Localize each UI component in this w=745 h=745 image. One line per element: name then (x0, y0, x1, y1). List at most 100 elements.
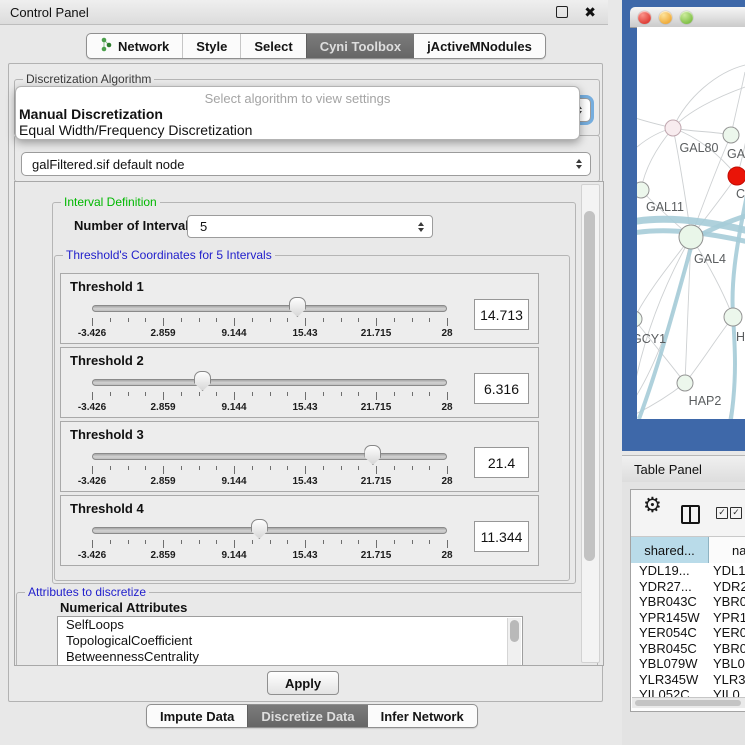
network-node[interactable] (723, 127, 739, 143)
cell-shared-name[interactable]: YBL079W (631, 656, 708, 672)
gear-icon[interactable]: ⚙ (643, 493, 662, 517)
network-node[interactable] (728, 167, 745, 185)
float-window-icon[interactable] (556, 6, 568, 18)
columns-icon[interactable] (681, 505, 700, 524)
table-row[interactable]: YBL079WYBL0 (631, 656, 745, 672)
network-view-frame[interactable]: GAL80GACGAL11GAL4GCY1HHAP2 (622, 0, 745, 451)
network-node[interactable] (724, 308, 742, 326)
list-item[interactable]: SelfLoops (58, 617, 522, 633)
slider-track[interactable] (92, 527, 447, 534)
tab-infer-network[interactable]: Infer Network (368, 705, 477, 727)
table-row[interactable]: YBR043CYBR0 (631, 594, 745, 610)
cell-name[interactable]: YBL0 (708, 656, 745, 672)
column-header-shared[interactable]: shared... (631, 537, 709, 563)
cell-name[interactable]: YER0 (708, 625, 745, 641)
threshold-slider[interactable]: -3.4262.8599.14415.4321.71528 (92, 371, 447, 415)
tab-network[interactable]: Network (87, 34, 182, 58)
cell-name[interactable]: YPR1 (708, 610, 745, 626)
table-row[interactable]: YDL19...YDL1 (631, 563, 745, 579)
threshold-value-field[interactable]: 6.316 (474, 373, 529, 404)
tab-network-label: Network (118, 39, 169, 54)
tick-mark (199, 466, 200, 470)
tab-select[interactable]: Select (240, 34, 305, 58)
tab-impute-data[interactable]: Impute Data (147, 705, 247, 727)
cell-shared-name[interactable]: YBR045C (631, 641, 708, 657)
network-node[interactable] (679, 225, 703, 249)
tab-style[interactable]: Style (182, 34, 240, 58)
tick-mark (429, 466, 430, 470)
thresholds-group-title: Threshold's Coordinates for 5 Intervals (63, 248, 275, 262)
threshold-panel: Threshold 4 -3.4262.8599.14415.4321.7152… (60, 495, 539, 566)
slider-track[interactable] (92, 453, 447, 460)
table-row[interactable]: YER054CYER0 (631, 625, 745, 641)
threshold-slider[interactable]: -3.4262.8599.14415.4321.71528 (92, 297, 447, 341)
slider-handle[interactable] (364, 445, 381, 465)
cell-shared-name[interactable]: YLR345W (631, 672, 708, 688)
dropdown-item-manual-discretization[interactable]: Manual Discretization (16, 106, 579, 122)
cell-name[interactable]: YBR0 (708, 641, 745, 657)
cell-shared-name[interactable]: YDR27... (631, 579, 708, 595)
apply-button[interactable]: Apply (267, 671, 339, 695)
table-row[interactable]: YDR27...YDR2 (631, 579, 745, 595)
cell-name[interactable]: YDR2 (708, 579, 745, 595)
slider-track[interactable] (92, 379, 447, 386)
cell-shared-name[interactable]: YBR043C (631, 594, 708, 610)
minimize-traffic-light-icon[interactable] (659, 11, 672, 24)
network-node[interactable] (677, 375, 693, 391)
cell-name[interactable]: YDL1 (708, 563, 745, 579)
numerical-attributes-list[interactable]: SelfLoopsTopologicalCoefficientBetweenne… (57, 616, 523, 666)
dropdown-prompt[interactable]: Select algorithm to view settings (16, 91, 579, 106)
tab-jactivemnodules[interactable]: jActiveMNodules (414, 34, 545, 58)
number-of-intervals-spinner[interactable]: 5 (187, 215, 433, 238)
table-data-combobox[interactable]: galFiltered.sif default node (21, 152, 591, 176)
table-row[interactable]: YBR045CYBR0 (631, 641, 745, 657)
cell-shared-name[interactable]: YDL19... (631, 563, 708, 579)
network-canvas[interactable]: GAL80GACGAL11GAL4GCY1HHAP2 (637, 27, 745, 419)
threshold-label: Threshold 1 (70, 279, 144, 294)
list-scrollbar[interactable] (507, 618, 521, 665)
table-row[interactable]: YLR345WYLR3 (631, 672, 745, 688)
column-header-name[interactable]: na (709, 537, 745, 563)
list-item[interactable]: TopologicalCoefficient (58, 633, 522, 649)
tab-cyni-toolbox[interactable]: Cyni Toolbox (306, 34, 414, 58)
table-hscrollbar-thumb[interactable] (635, 700, 741, 706)
slider-handle[interactable] (194, 371, 211, 391)
tick-mark (429, 540, 430, 544)
cell-shared-name[interactable]: YER054C (631, 625, 708, 641)
zoom-traffic-light-icon[interactable] (680, 11, 693, 24)
network-node[interactable] (637, 182, 649, 198)
settings-scrollbar-thumb[interactable] (584, 211, 595, 561)
list-scrollbar-thumb[interactable] (510, 620, 519, 642)
threshold-value-field[interactable]: 11.344 (474, 521, 529, 552)
tick-label: -3.426 (78, 550, 106, 561)
network-node[interactable] (665, 120, 681, 136)
table-row[interactable]: YPR145WYPR1 (631, 610, 745, 626)
checkbox-icon[interactable]: ✓ (730, 507, 742, 519)
cell-shared-name[interactable]: YPR145W (631, 610, 708, 626)
slider-handle[interactable] (251, 519, 268, 539)
tick-mark (447, 392, 448, 400)
tick-mark (270, 392, 271, 396)
slider-track[interactable] (92, 305, 447, 312)
settings-vertical-scrollbar[interactable] (581, 184, 600, 663)
table-horizontal-scrollbar[interactable] (632, 697, 745, 708)
table-panel-titlebar: Table Panel (622, 455, 745, 483)
tick-label: 28 (441, 328, 452, 339)
close-icon[interactable]: ✖ (584, 4, 596, 21)
threshold-slider[interactable]: -3.4262.8599.14415.4321.71528 (92, 519, 447, 563)
tick-label: 2.859 (150, 328, 175, 339)
threshold-value-field[interactable]: 14.713 (474, 299, 529, 330)
list-item[interactable]: BetweennessCentrality (58, 649, 522, 665)
tick-mark (287, 392, 288, 396)
cell-name[interactable]: YBR0 (708, 594, 745, 610)
network-node[interactable] (637, 311, 642, 327)
close-traffic-light-icon[interactable] (638, 11, 651, 24)
tick-mark (287, 540, 288, 544)
threshold-value-field[interactable]: 21.4 (474, 447, 529, 478)
slider-handle[interactable] (289, 297, 306, 317)
checkbox-icon[interactable]: ✓ (716, 507, 728, 519)
cell-name[interactable]: YLR3 (708, 672, 745, 688)
dropdown-item-equal-width-frequency[interactable]: Equal Width/Frequency Discretization (16, 122, 579, 138)
tab-discretize-data[interactable]: Discretize Data (247, 705, 367, 727)
threshold-slider[interactable]: -3.4262.8599.14415.4321.71528 (92, 445, 447, 489)
